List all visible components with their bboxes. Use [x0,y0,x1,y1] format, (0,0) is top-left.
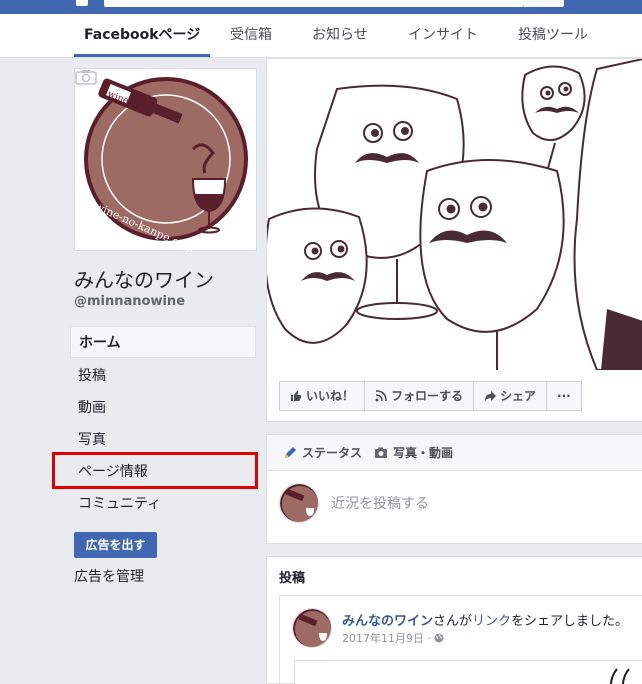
page-action-bar: いいね！ フォローする シェア ··· [279,381,582,411]
pencil-icon [285,446,296,458]
tab-publishing-tools[interactable]: 投稿ツール [518,14,588,57]
posts-heading: 投稿 [279,571,306,586]
composer-tab-photo-video[interactable]: 写真・動画 [374,444,453,461]
page-tabs-bar: Facebookページ 受信箱 お知らせ インサイト 投稿ツール [0,14,642,58]
cover-card: いいね！ フォローする シェア ··· [266,58,642,422]
avatar [279,483,319,523]
share-arrow-icon [485,391,497,401]
sidebar-item-posts[interactable]: 投稿 [70,360,256,392]
thumbs-up-icon [291,391,301,401]
facebook-logo-icon[interactable] [76,0,88,6]
post-link-label[interactable]: リンク [472,614,511,629]
rss-icon [375,390,387,402]
composer-tabs: ステータス 写真・動画 [267,435,642,471]
post-link-preview[interactable] [294,660,642,684]
tab-inbox[interactable]: 受信箱 [230,14,272,57]
avatar[interactable] [292,608,332,648]
more-options-button[interactable]: ··· [546,381,582,411]
post-composer: ステータス 写真・動画 近況を投稿する [266,434,642,544]
sidebar-item-community[interactable]: コミュニティ [70,488,256,520]
wine-logo-image [84,77,248,241]
post-author-link[interactable]: みんなのワイン [342,614,433,629]
photo-camera-icon [375,447,388,458]
composer-tab-status[interactable]: ステータス [283,444,362,461]
follow-button[interactable]: フォローする [364,381,475,411]
like-button[interactable]: いいね！ [279,381,366,411]
search-input[interactable] [104,0,524,7]
page-title[interactable]: みんなのワイン [74,264,214,293]
wine-glasses-illustration [267,59,642,370]
tab-facebook-page[interactable]: Facebookページ [74,14,211,57]
status-input[interactable]: 近況を投稿する [331,493,429,513]
posts-section: 投稿 みんなのワインさんがリンクをシェアしました。 2017年11月9日 · [266,556,642,684]
post-headline: みんなのワインさんがリンクをシェアしました。 [342,614,629,629]
sidebar-item-home[interactable]: ホーム [70,326,256,358]
tab-notifications[interactable]: お知らせ [312,14,368,57]
camera-icon[interactable] [75,69,97,85]
post-timestamp[interactable]: 2017年11月9日 · [342,630,444,646]
search-button[interactable] [524,0,564,7]
manage-ads-link[interactable]: 広告を管理 [74,566,144,586]
globe-icon [434,633,444,643]
ellipsis-icon: ··· [557,389,571,403]
post-card: みんなのワインさんがリンクをシェアしました。 2017年11月9日 · [279,595,642,684]
page-sidebar-nav: ホーム 投稿 動画 写真 ページ情報 コミュニティ [70,326,256,520]
highlight-annotation [52,452,258,489]
profile-picture[interactable]: wine wine-no-kanpe.com [74,68,257,255]
share-button[interactable]: シェア [473,381,548,411]
sidebar-item-videos[interactable]: 動画 [70,392,256,424]
promote-button[interactable]: 広告を出す [74,532,157,558]
cover-photo[interactable] [267,59,642,370]
tab-insights[interactable]: インサイト [408,14,478,57]
top-navigation-bar [0,0,642,14]
page-username[interactable]: @minnanowine [74,294,185,309]
